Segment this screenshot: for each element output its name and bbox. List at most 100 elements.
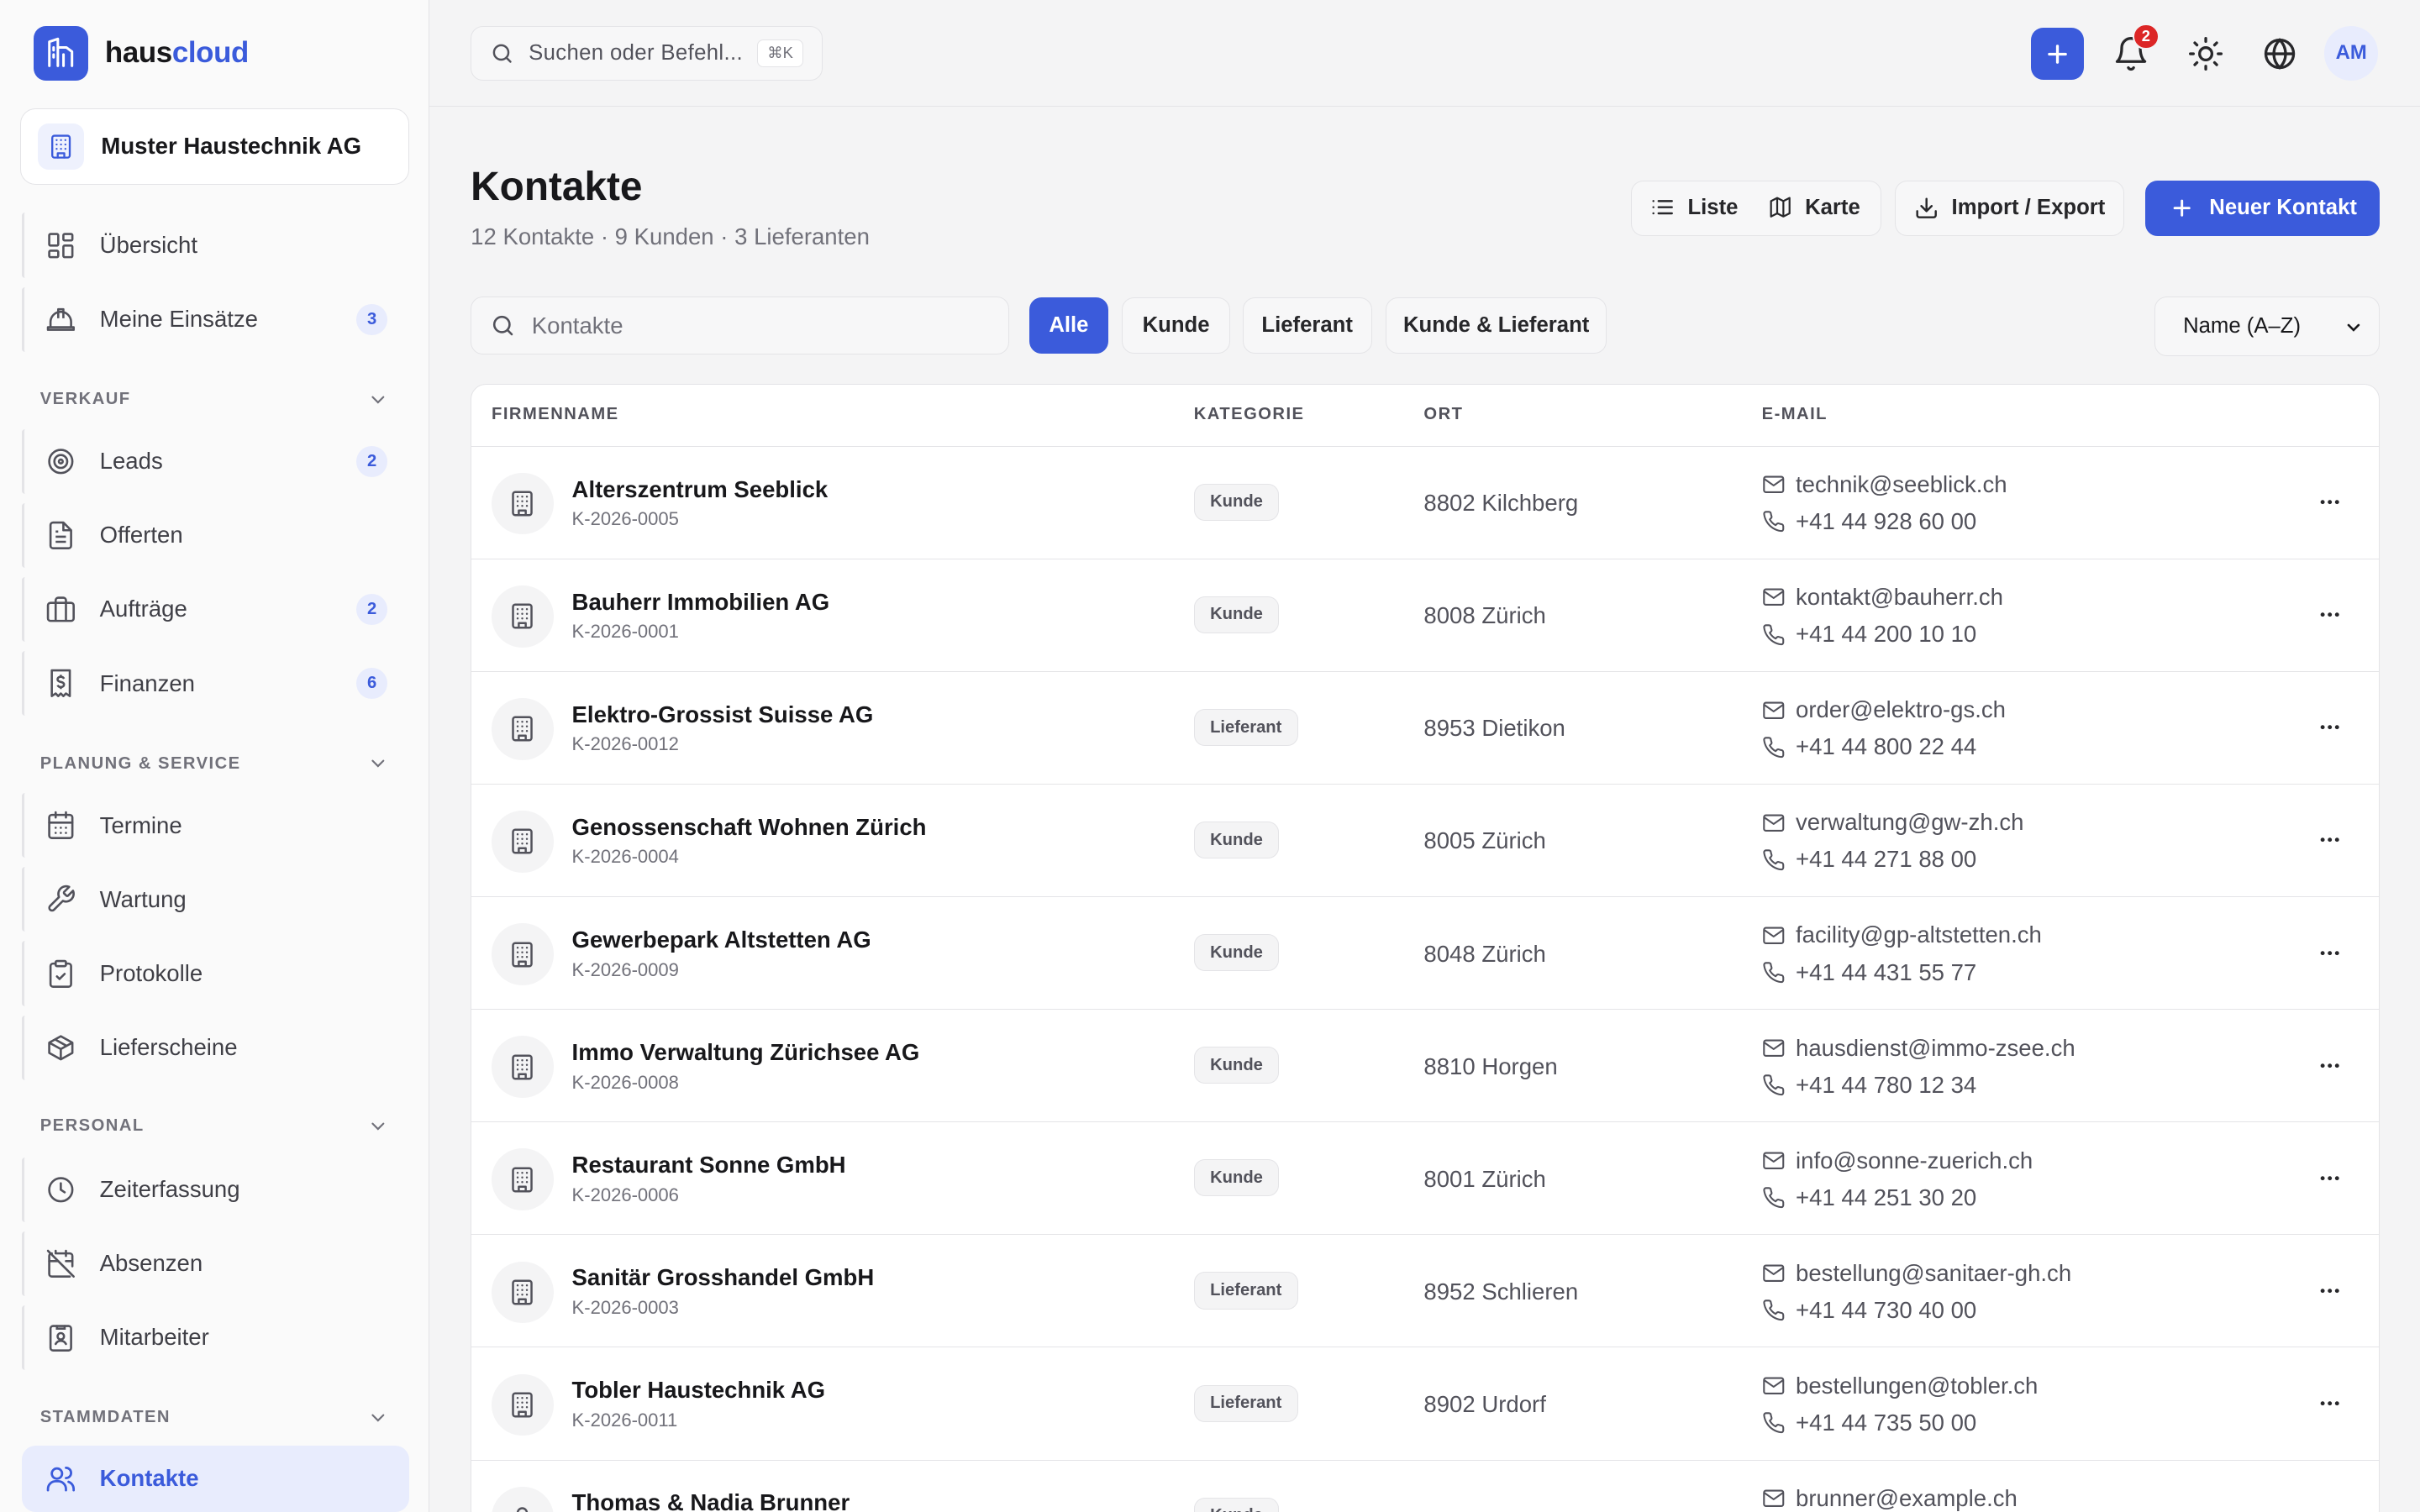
- sidebar-item-termine[interactable]: Termine: [21, 793, 409, 858]
- email-link[interactable]: info@sonne-zuerich.ch: [1762, 1147, 2033, 1174]
- sidebar-item-auftraege[interactable]: Aufträge 2: [21, 576, 409, 643]
- sort-select[interactable]: Name (A–Z): [2154, 296, 2381, 357]
- view-map-button[interactable]: Karte: [1768, 181, 1860, 234]
- brand[interactable]: hauscloud: [34, 26, 249, 81]
- sidebar-item-leads[interactable]: Leads 2: [21, 428, 409, 494]
- company-name[interactable]: Restaurant Sonne GmbH: [572, 1152, 846, 1179]
- company-name[interactable]: Bauherr Immobilien AG: [572, 589, 830, 616]
- company-name[interactable]: Alterszentrum Seeblick: [572, 476, 829, 503]
- row-actions-button[interactable]: [2312, 1278, 2346, 1303]
- company-name[interactable]: Elektro-Grossist Suisse AG: [572, 701, 874, 728]
- view-toggle: Liste Karte: [1631, 180, 1881, 236]
- email-link[interactable]: technik@seeblick.ch: [1762, 471, 2007, 498]
- building-icon: [492, 1036, 554, 1098]
- sidebar-item-wartung[interactable]: Wartung: [21, 867, 409, 932]
- company-name[interactable]: Genossenschaft Wohnen Zürich: [572, 814, 927, 841]
- table-row[interactable]: Gewerbepark Altstetten AG K-2026-0009 Kund…: [471, 897, 2380, 1011]
- filter-supplier[interactable]: Lieferant: [1242, 297, 1372, 354]
- company-name[interactable]: Immo Verwaltung Zürichsee AG: [572, 1039, 920, 1066]
- table-row[interactable]: Thomas & Nadia Brunner Kunde brunner@examp…: [471, 1461, 2379, 1512]
- row-actions-button[interactable]: [2312, 1391, 2346, 1415]
- mail-icon: [1762, 927, 1784, 944]
- table-row[interactable]: Tobler Haustechnik AG K-2026-0011 Lieferan…: [471, 1347, 2380, 1461]
- phone-link[interactable]: +41 44 730 40 00: [1762, 1297, 1976, 1324]
- email-link[interactable]: kontakt@bauherr.ch: [1762, 584, 2003, 611]
- company-name[interactable]: Tobler Haustechnik AG: [572, 1377, 826, 1404]
- sidebar-item-uebersicht[interactable]: Übersicht: [21, 213, 409, 278]
- column-header-firmenname[interactable]: FIRMENNAME: [492, 405, 619, 424]
- company-name[interactable]: Gewerbepark Altstetten AG: [572, 927, 871, 953]
- sidebar-item-kontakte[interactable]: Kontakte: [21, 1445, 409, 1512]
- row-actions-button[interactable]: [2312, 715, 2346, 739]
- section-verkauf[interactable]: VERKAUF: [40, 389, 389, 411]
- email-link[interactable]: facility@gp-altstetten.ch: [1762, 921, 2042, 948]
- filter-all[interactable]: Alle: [1029, 297, 1108, 354]
- column-header-email[interactable]: E-MAIL: [1762, 405, 1828, 424]
- phone-icon: [1763, 1187, 1784, 1209]
- email-link[interactable]: bestellungen@tobler.ch: [1762, 1373, 2038, 1399]
- import-export-label: Import / Export: [1951, 196, 2106, 220]
- dashboard-icon: [48, 232, 74, 259]
- table-row[interactable]: Elektro-Grossist Suisse AG K-2026-0012 Lie…: [471, 672, 2380, 785]
- row-actions-button[interactable]: [2312, 602, 2346, 627]
- table-row[interactable]: Bauherr Immobilien AG K-2026-0001 Kunde 800…: [471, 559, 2380, 672]
- section-personal[interactable]: PERSONAL: [40, 1116, 389, 1137]
- phone-link[interactable]: +41 44 800 22 44: [1762, 733, 1976, 760]
- row-actions-button[interactable]: [2312, 827, 2346, 852]
- sidebar-item-meine-einsaetze[interactable]: Meine Einsätze 3: [21, 286, 409, 352]
- building-icon: [492, 1261, 554, 1324]
- new-contact-button[interactable]: Neuer Kontakt: [2145, 180, 2381, 236]
- organization-switcher[interactable]: Muster Haustechnik AG: [19, 108, 409, 186]
- row-actions-button[interactable]: [2312, 1053, 2346, 1078]
- section-stammdaten[interactable]: STAMMDATEN: [40, 1407, 389, 1429]
- phone-link[interactable]: +41 44 928 60 00: [1762, 508, 1976, 535]
- table-row[interactable]: Restaurant Sonne GmbH K-2026-0006 Kunde 800…: [471, 1122, 2380, 1236]
- sidebar-item-lieferscheine[interactable]: Lieferscheine: [21, 1015, 409, 1080]
- company-name[interactable]: Thomas & Nadia Brunner: [572, 1489, 850, 1512]
- phone-link[interactable]: +41 44 271 88 00: [1762, 846, 1977, 873]
- globe-icon[interactable]: [2261, 35, 2298, 72]
- row-actions-button[interactable]: [2312, 1504, 2346, 1512]
- table-row[interactable]: Immo Verwaltung Zürichsee AG K-2026-0008 K…: [471, 1010, 2380, 1123]
- filter-customer-supplier[interactable]: Kunde & Lieferant: [1386, 297, 1607, 354]
- chevron-down-icon: [371, 396, 385, 404]
- email-link[interactable]: brunner@example.ch: [1762, 1485, 2018, 1512]
- email-text: kontakt@bauherr.ch: [1796, 584, 2003, 611]
- phone-link[interactable]: +41 44 780 12 34: [1762, 1072, 1976, 1099]
- sidebar-item-mitarbeiter[interactable]: Mitarbeiter: [21, 1305, 409, 1370]
- sun-icon[interactable]: [2187, 35, 2224, 72]
- phone-text: +41 44 271 88 00: [1796, 846, 1977, 873]
- view-list-button[interactable]: Liste: [1650, 181, 1738, 234]
- email-link[interactable]: order@elektro-gs.ch: [1762, 696, 2006, 723]
- section-planung-service[interactable]: PLANUNG & SERVICE: [40, 753, 389, 774]
- row-actions-button[interactable]: [2312, 1166, 2346, 1190]
- column-header-kategorie[interactable]: KATEGORIE: [1194, 405, 1305, 424]
- topbar: Suchen oder Befehl... ⌘K 2 AM: [429, 0, 2420, 107]
- phone-link[interactable]: +41 44 735 50 00: [1762, 1410, 1976, 1436]
- sidebar-item-offerten[interactable]: Offerten: [21, 502, 409, 568]
- row-actions-button[interactable]: [2312, 941, 2346, 965]
- import-export-button[interactable]: Import / Export: [1895, 180, 2125, 236]
- company-name[interactable]: Sanitär Grosshandel GmbH: [572, 1264, 875, 1291]
- filter-customer[interactable]: Kunde: [1122, 297, 1230, 354]
- email-link[interactable]: hausdienst@immo-zsee.ch: [1762, 1035, 2075, 1062]
- sidebar-item-finanzen[interactable]: Finanzen 6: [21, 651, 409, 717]
- sidebar-item-zeiterfassung[interactable]: Zeiterfassung: [21, 1157, 409, 1222]
- user-avatar[interactable]: AM: [2324, 26, 2379, 81]
- quick-add-button[interactable]: [2031, 28, 2084, 81]
- email-link[interactable]: verwaltung@gw-zh.ch: [1762, 809, 2023, 836]
- contacts-search-input[interactable]: [531, 312, 980, 339]
- column-header-ort[interactable]: ORT: [1423, 405, 1463, 424]
- sidebar-item-protokolle[interactable]: Protokolle: [21, 941, 409, 1006]
- table-row[interactable]: Alterszentrum Seeblick K-2026-0005 Kunde 88…: [471, 447, 2380, 559]
- phone-link[interactable]: +41 44 431 55 77: [1762, 959, 1976, 986]
- row-actions-button[interactable]: [2312, 490, 2346, 514]
- table-row[interactable]: Sanitär Grosshandel GmbH K-2026-0003 Liefe…: [471, 1235, 2380, 1348]
- command-search[interactable]: Suchen oder Befehl... ⌘K: [471, 26, 823, 81]
- email-link[interactable]: bestellung@sanitaer-gh.ch: [1762, 1260, 2071, 1287]
- phone-link[interactable]: +41 44 251 30 20: [1762, 1184, 1976, 1211]
- table-row[interactable]: Genossenschaft Wohnen Zürich K-2026-0004 K…: [471, 785, 2380, 898]
- phone-link[interactable]: +41 44 200 10 10: [1762, 621, 1976, 648]
- sidebar-item-absenzen[interactable]: Absenzen: [21, 1231, 409, 1296]
- more-horizontal-icon: [2317, 1504, 2342, 1512]
